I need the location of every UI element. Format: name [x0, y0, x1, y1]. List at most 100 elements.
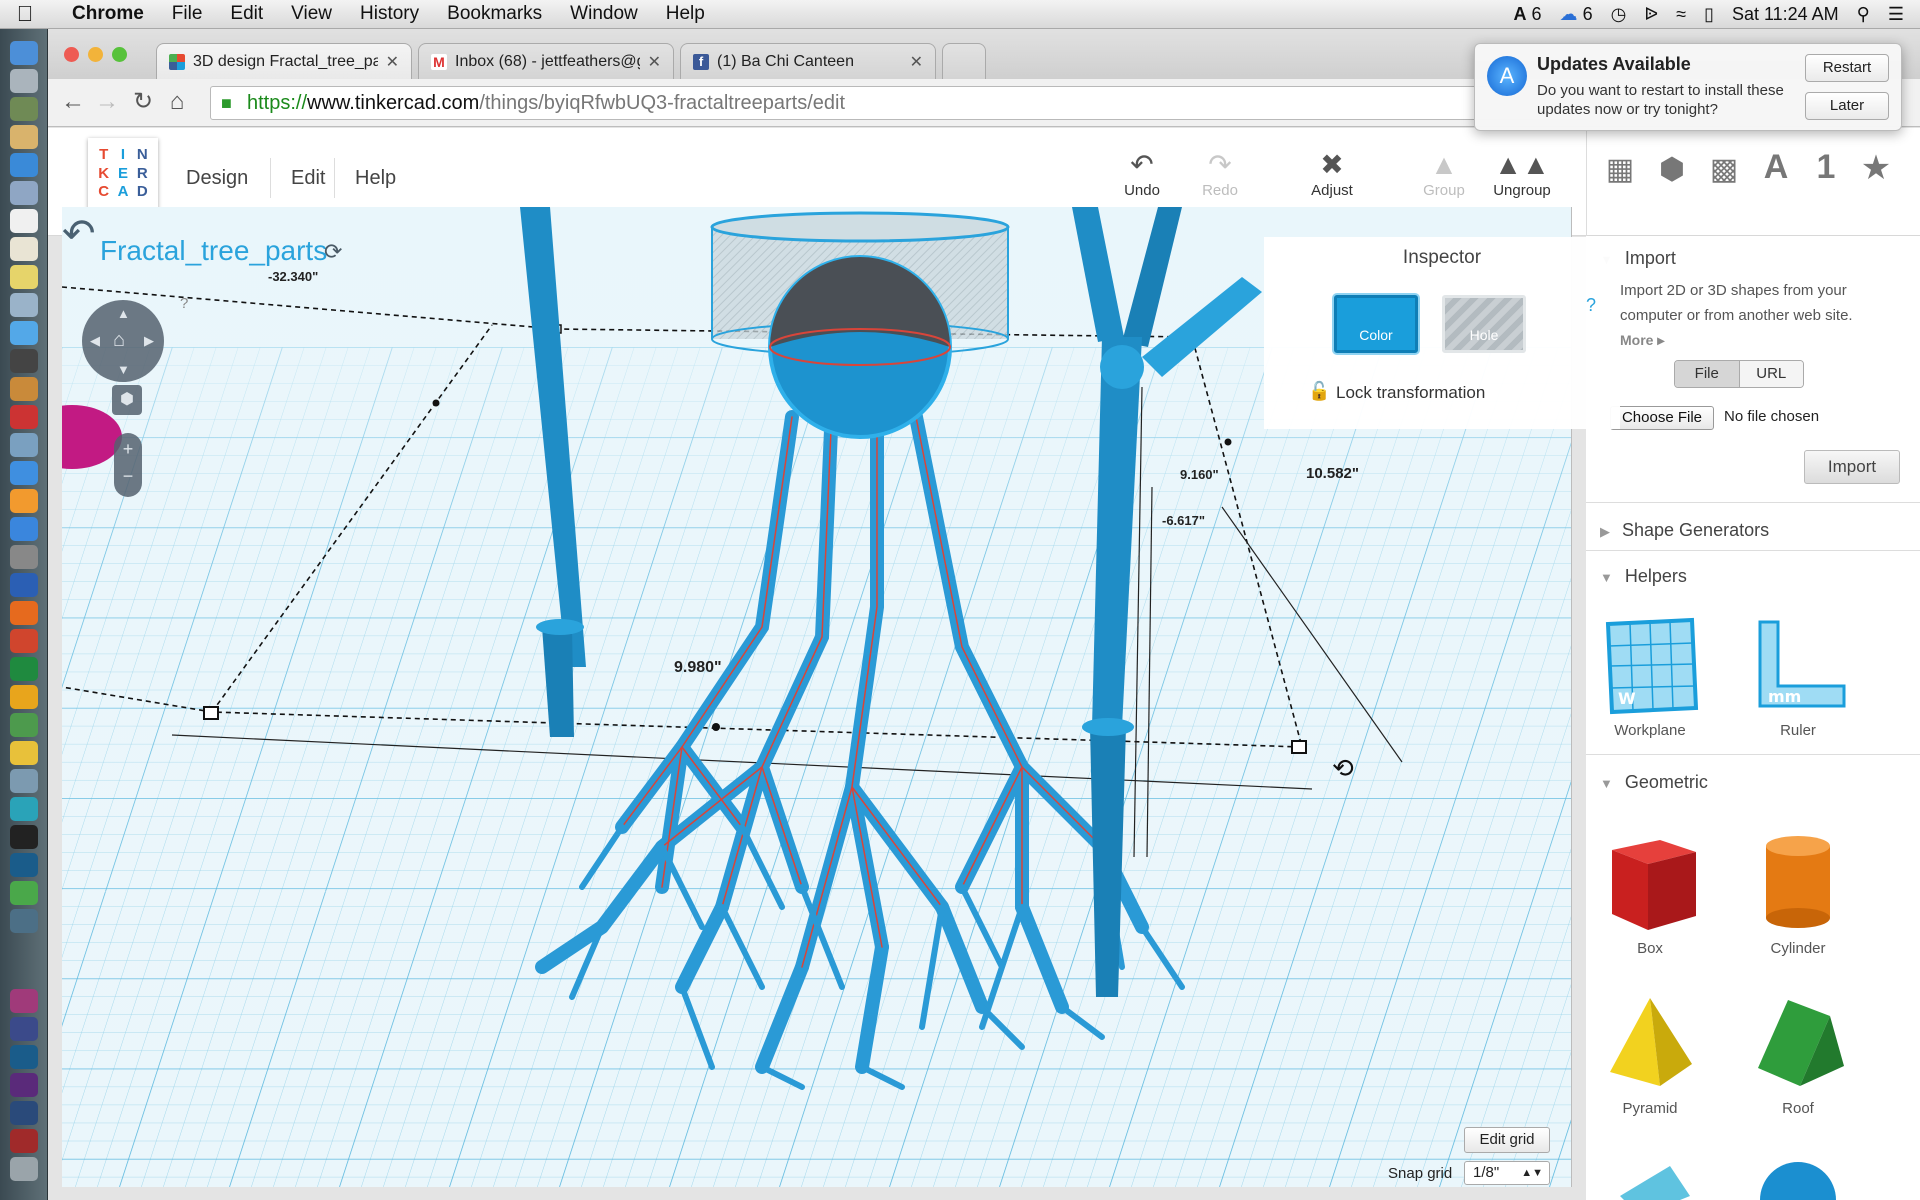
- zoom-window-button[interactable]: [112, 47, 127, 62]
- wifi-icon[interactable]: ≈: [1676, 4, 1686, 25]
- close-tab-icon[interactable]: ✕: [648, 52, 661, 72]
- dimension-label[interactable]: -6.617": [1162, 513, 1205, 528]
- adjust-button[interactable]: ✖ Adjust: [1292, 148, 1372, 199]
- helpers-header[interactable]: ▼ Helpers: [1600, 566, 1687, 587]
- dock-network-icon[interactable]: [10, 769, 38, 793]
- dock-ibooks-icon[interactable]: [10, 489, 38, 513]
- color-swatch-button[interactable]: Color: [1334, 295, 1418, 353]
- menu-edit[interactable]: Edit: [216, 3, 277, 25]
- shape-cylinder[interactable]: Cylinder: [1738, 822, 1858, 957]
- spotlight-icon[interactable]: ⚲: [1857, 4, 1870, 25]
- dock-z-app-icon[interactable]: [10, 825, 38, 849]
- dimension-label[interactable]: 9.980": [674, 659, 722, 677]
- creative-cloud-status[interactable]: ☁ 6: [1560, 4, 1593, 25]
- shape-box[interactable]: Box: [1590, 822, 1710, 957]
- menu-bookmarks[interactable]: Bookmarks: [433, 3, 556, 25]
- tab-facebook[interactable]: f (1) Ba Chi Canteen ✕: [680, 43, 936, 79]
- dock-mission-control-icon[interactable]: [10, 97, 38, 121]
- inspector-help-icon[interactable]: ?: [1586, 295, 1596, 316]
- cube-grid-icon[interactable]: ▩: [1704, 152, 1744, 187]
- group-button[interactable]: ▲ Group: [1404, 148, 1484, 199]
- shape-roof[interactable]: Roof: [1738, 994, 1858, 1117]
- menu-design[interactable]: Design: [166, 158, 268, 198]
- url-tab[interactable]: URL: [1738, 361, 1803, 387]
- file-tab[interactable]: File: [1675, 361, 1739, 387]
- dock-garageband-icon[interactable]: [10, 377, 38, 401]
- clock[interactable]: Sat 11:24 AM: [1732, 4, 1839, 25]
- snap-grid-select[interactable]: 1/8" ▲▼: [1464, 1161, 1550, 1185]
- resize-handle[interactable]: [1291, 740, 1307, 754]
- dock-premiere-icon[interactable]: [10, 1073, 38, 1097]
- dock-indesign-icon[interactable]: [10, 1017, 38, 1041]
- zoom-in-icon[interactable]: +: [114, 433, 142, 460]
- dock-notes-icon[interactable]: [10, 125, 38, 149]
- menu-help[interactable]: Help: [652, 3, 719, 25]
- choose-file-button[interactable]: Choose File: [1610, 406, 1714, 430]
- time-machine-icon[interactable]: ◷: [1611, 4, 1627, 25]
- ungroup-button[interactable]: ▲▲ Ungroup: [1482, 148, 1562, 199]
- nav-up-icon[interactable]: ▲: [117, 306, 130, 321]
- nav-right-icon[interactable]: ▶: [144, 333, 154, 349]
- battery-icon[interactable]: ▯: [1704, 4, 1714, 25]
- favorites-icon[interactable]: ★: [1856, 148, 1896, 188]
- dock-launchpad-icon[interactable]: [10, 69, 38, 93]
- dock-iphoto-icon[interactable]: [10, 433, 38, 457]
- lock-transformation-toggle[interactable]: 🔓 Lock transformation: [1308, 381, 1485, 403]
- dock-incopy-icon[interactable]: [10, 989, 38, 1013]
- dock-photobooth-icon[interactable]: [10, 405, 38, 429]
- dock-photoshop-icon[interactable]: [10, 853, 38, 877]
- dock-itunes-icon[interactable]: [10, 461, 38, 485]
- dock-preferences-icon[interactable]: [10, 545, 38, 569]
- minimize-window-button[interactable]: [88, 47, 103, 62]
- navigation-control[interactable]: ▲ ▼ ◀ ▶ ⌂: [82, 300, 164, 382]
- undo-button[interactable]: ↶ Undo: [1102, 148, 1182, 199]
- dock-photos-icon[interactable]: [10, 293, 38, 317]
- shape-generators-header[interactable]: ▶ Shape Generators: [1600, 520, 1769, 541]
- import-more-link[interactable]: More ▸: [1620, 328, 1900, 353]
- dock-photoshop2-icon[interactable]: [10, 1045, 38, 1069]
- dock-word-icon[interactable]: [10, 573, 38, 597]
- dock-c-app-icon[interactable]: [10, 797, 38, 821]
- shape-ruler[interactable]: mm Ruler: [1738, 616, 1858, 739]
- help-hint[interactable]: ?: [180, 295, 188, 312]
- dock-animate-icon[interactable]: [10, 1101, 38, 1125]
- dock-preview-icon[interactable]: [10, 181, 38, 205]
- apple-icon[interactable]: : [0, 1, 50, 27]
- menu-file[interactable]: File: [158, 3, 217, 25]
- menu-window[interactable]: Window: [556, 3, 652, 25]
- shape-pyramid[interactable]: Pyramid: [1590, 994, 1710, 1117]
- text-icon[interactable]: A: [1756, 148, 1796, 187]
- notification-center-icon[interactable]: ☰: [1888, 4, 1904, 25]
- dock-media-icon[interactable]: [10, 909, 38, 933]
- nav-down-icon[interactable]: ▼: [117, 362, 130, 377]
- tab-gmail[interactable]: M Inbox (68) - jettfeathers@g ✕: [418, 43, 674, 79]
- dock-powerpoint-icon[interactable]: [10, 629, 38, 653]
- shape-sphere[interactable]: [1738, 1156, 1858, 1200]
- dimension-label[interactable]: 9.160": [1180, 467, 1219, 482]
- redo-button[interactable]: ↷ Redo: [1180, 148, 1260, 199]
- edit-grid-button[interactable]: Edit grid: [1464, 1127, 1550, 1153]
- menu-app-name[interactable]: Chrome: [50, 3, 158, 25]
- reload-icon[interactable]: ↻: [128, 87, 158, 117]
- new-tab-button[interactable]: [942, 43, 986, 79]
- dock-appstore-icon[interactable]: [10, 517, 38, 541]
- tab-tinkercad[interactable]: 3D design Fractal_tree_par ✕: [156, 43, 412, 79]
- menu-history[interactable]: History: [346, 3, 433, 25]
- import-button[interactable]: Import: [1804, 450, 1900, 484]
- dock-utorrent-icon[interactable]: [10, 881, 38, 905]
- fit-view-icon[interactable]: ⬢: [112, 385, 142, 415]
- sphere[interactable]: [768, 255, 952, 439]
- zoom-out-icon[interactable]: −: [114, 460, 142, 487]
- shape-workplane[interactable]: W Workplane: [1590, 616, 1710, 739]
- hole-swatch-button[interactable]: Hole: [1442, 295, 1526, 353]
- dock-calendar-icon[interactable]: [10, 209, 38, 233]
- later-button[interactable]: Later: [1805, 92, 1889, 120]
- dock-safari-icon[interactable]: [10, 153, 38, 177]
- nav-left-icon[interactable]: ◀: [90, 333, 100, 349]
- number-icon[interactable]: 1: [1806, 148, 1846, 187]
- refresh-icon[interactable]: ⟳: [324, 239, 342, 265]
- menu-view[interactable]: View: [277, 3, 346, 25]
- box-icon[interactable]: ⬢: [1652, 152, 1692, 187]
- adobe-status[interactable]: A 6: [1514, 4, 1542, 25]
- dimension-label[interactable]: -32.340": [268, 269, 318, 284]
